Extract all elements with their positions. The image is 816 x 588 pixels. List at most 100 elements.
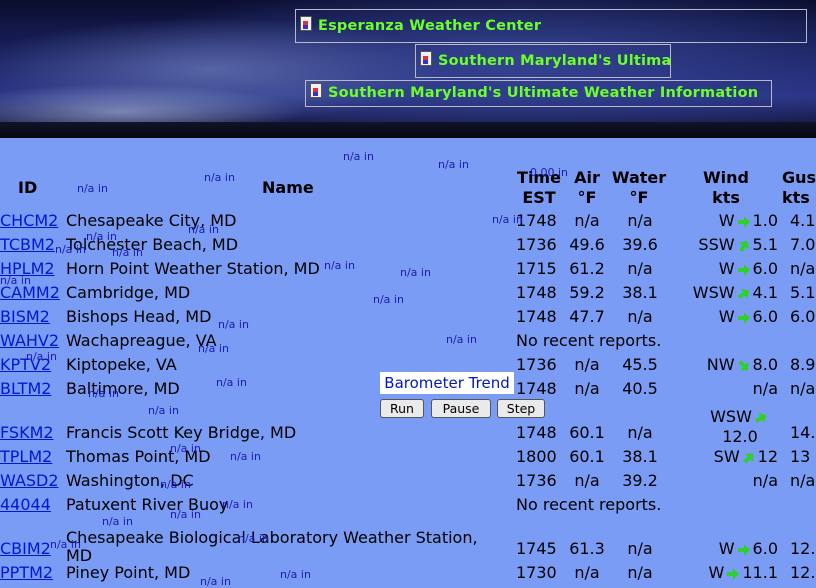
no-recent-reports: No recent reports. — [516, 495, 662, 514]
wind-direction-arrow-icon — [737, 359, 748, 370]
na-label: n/a in — [88, 387, 119, 400]
time-value: 1748 — [516, 283, 557, 302]
wind-cell: WSW 4.1 — [693, 283, 778, 303]
station-id-link[interactable]: CBIM2 — [0, 539, 51, 559]
wind-cell: SSW 5.1 — [698, 235, 778, 255]
station-id-link[interactable]: BISM2 — [0, 307, 50, 327]
wind-cell: W 11.1 — [709, 563, 778, 583]
run-button[interactable]: Run — [380, 399, 424, 418]
station-id-link[interactable]: BLTM2 — [0, 379, 51, 399]
banner-link-southern-md-full[interactable]: Southern Maryland's Ultimate Weather Inf… — [305, 80, 772, 107]
gust-value: n/a — [790, 259, 816, 278]
header-gust-line2: kts — [782, 188, 810, 207]
header-water: Water °F — [608, 168, 670, 208]
na-label: n/a in — [400, 266, 431, 279]
wind-speed: 4.1 — [752, 283, 778, 302]
table-row: TPLM2 Thomas Point, MD 1800 60.1 38.1 SW 12 13 — [0, 447, 816, 471]
na-label: n/a in — [324, 259, 355, 272]
wind-direction-arrow-icon — [742, 453, 753, 464]
na-label: n/a in — [112, 246, 143, 259]
na-label: n/a in — [55, 243, 86, 256]
station-id-link[interactable]: TCBM2 — [0, 235, 55, 255]
na-label: n/a in — [373, 293, 404, 306]
station-id-link[interactable]: PPTM2 — [0, 563, 53, 583]
wind-direction-arrow-icon — [737, 215, 750, 228]
wind-direction: W — [718, 307, 735, 326]
header-wind: Wind kts — [698, 168, 754, 208]
na-label: n/a in — [446, 333, 477, 346]
air-temp-value: n/a — [574, 211, 600, 230]
wind-cell: WSW 12.0 — [700, 407, 780, 447]
header-air: Air °F — [568, 168, 606, 208]
time-value: 1715 — [516, 259, 557, 278]
zero-label: 0.00 in — [530, 166, 569, 179]
air-temp-value: n/a — [574, 563, 600, 582]
air-temp-value: 59.2 — [569, 283, 605, 302]
header-time-line2: EST — [522, 188, 556, 207]
station-id-link[interactable]: CHCM2 — [0, 211, 58, 231]
banner-link-label: Southern Maryland's Ultimate Weather Inf… — [328, 85, 759, 101]
header-wind-line1: Wind — [703, 168, 749, 187]
wind-direction: SSW — [698, 235, 735, 254]
gust-value: 12.0 — [790, 539, 816, 558]
station-id-link[interactable]: FSKM2 — [0, 423, 54, 443]
wind-speed: 1.0 — [752, 211, 778, 230]
station-id-link[interactable]: WAHV2 — [0, 331, 59, 351]
gust-value: 6.0 — [790, 307, 816, 326]
na-label: n/a in — [218, 318, 249, 331]
wind-direction: W — [718, 211, 735, 230]
gust-value: 7.0 — [790, 235, 816, 254]
wind-top: WSW — [700, 407, 780, 427]
air-temp-value: 60.1 — [569, 423, 605, 442]
banner-link-label: Esperanza Weather Center — [318, 18, 542, 34]
air-temp-value: 61.2 — [569, 259, 605, 278]
station-id-link[interactable]: 44044 — [0, 495, 51, 515]
table-row: CHCM2 Chesapeake City, MD 1748 n/a n/a W 1.0 4.… — [0, 211, 816, 235]
water-temp-value: 38.1 — [622, 283, 658, 302]
na-label: n/a in — [170, 442, 201, 455]
pause-button[interactable]: Pause — [431, 399, 491, 418]
wind-speed: 11.1 — [742, 563, 778, 582]
na-label: n/a in — [492, 213, 523, 226]
time-value: 1745 — [516, 539, 557, 558]
air-temp-value: n/a — [574, 379, 600, 398]
station-id-link[interactable]: WASD2 — [0, 471, 59, 491]
wind-cell: W 6.0 — [719, 259, 778, 279]
barometer-trend-title: Barometer Trend — [380, 372, 514, 394]
water-temp-value: n/a — [627, 307, 653, 326]
na-label: n/a in — [238, 532, 269, 545]
page-icon — [420, 50, 432, 66]
na-label: n/a in — [50, 538, 81, 551]
air-temp-value: n/a — [574, 471, 600, 490]
na-label: n/a in — [222, 498, 253, 511]
na-label: n/a in — [77, 182, 108, 195]
gust-value: 12.0 — [790, 563, 816, 582]
station-name: Wachapreague, VA — [66, 331, 217, 350]
water-temp-value: n/a — [627, 211, 653, 230]
water-temp-value: 39.2 — [622, 471, 658, 490]
na-label: n/a in — [200, 575, 231, 588]
banner-link-southern-md[interactable]: Southern Maryland's Ultimate — [415, 44, 671, 78]
table-row: FSKM2 Francis Scott Key Bridge, MD 1748 60.… — [0, 407, 816, 447]
gust-value: 4.1 — [790, 211, 816, 230]
wind-direction: SW — [713, 447, 740, 466]
station-name-line: Chesapeake Biological Laboratory Weather… — [66, 528, 478, 547]
step-button[interactable]: Step — [497, 399, 545, 418]
air-temp-value: 47.7 — [569, 307, 605, 326]
wind-direction: NW — [706, 355, 735, 374]
station-name: Francis Scott Key Bridge, MD — [66, 423, 297, 442]
wind-cell: W 6.0 — [719, 307, 778, 327]
na-label: n/a in — [160, 478, 191, 491]
water-temp-value: n/a — [627, 423, 653, 442]
page-icon — [300, 15, 312, 31]
wind-direction: WSW — [692, 283, 735, 302]
wind-direction-arrow-icon — [737, 311, 750, 324]
header-gust-line1: Gust — [782, 168, 816, 187]
banner-link-esperanza[interactable]: Esperanza Weather Center — [295, 9, 807, 43]
wind-speed: 8.0 — [752, 355, 778, 374]
na-label: n/a in — [280, 568, 311, 581]
header-water-line2: °F — [629, 188, 649, 207]
station-id-link[interactable]: TPLM2 — [0, 447, 52, 467]
na-label: n/a in — [102, 515, 133, 528]
gust-value: 8.9 — [790, 355, 816, 374]
